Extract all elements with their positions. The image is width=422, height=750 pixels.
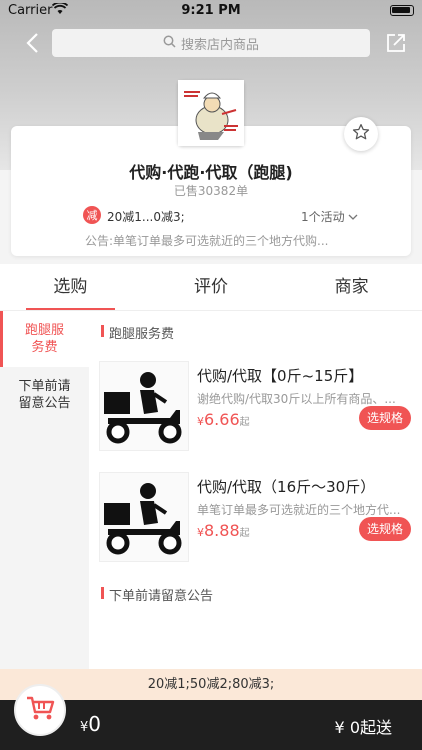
product-item[interactable]: 代购/代取（16斤～30斤） 单笔订单最多可选就近的三个地方代... ¥8.88… [99, 472, 417, 564]
min-order-label: ¥ 0起送 [334, 718, 392, 737]
activity-label: 1个活动 [301, 210, 345, 224]
activity-toggle[interactable]: 1个活动 [301, 208, 358, 225]
favorite-star-button[interactable] [344, 117, 378, 151]
status-bar: Carrier 9:21 PM [0, 0, 422, 22]
select-spec-button[interactable]: 选规格 [359, 517, 411, 541]
product-price: ¥8.88起 [197, 521, 250, 540]
product-title: 代购/代取（16斤～30斤） [197, 478, 376, 496]
category-label: 下单前请留意公告 [18, 379, 71, 411]
battery-icon [390, 5, 414, 16]
search-placeholder: 搜索店内商品 [180, 37, 259, 53]
category-label: 跑腿服务费 [24, 323, 64, 355]
store-tabs: 选购 评价 商家 [0, 264, 422, 310]
category-item-notice[interactable]: 下单前请留意公告 [0, 367, 89, 423]
promo-row[interactable]: 减 20减1...0减3; 1个活动 [83, 206, 403, 226]
category-sidebar: 跑腿服务费 下单前请留意公告 [0, 311, 89, 669]
select-spec-button[interactable]: 选规格 [359, 406, 411, 430]
tab-merchant[interactable]: 商家 [281, 264, 422, 310]
star-icon [352, 123, 370, 145]
cart-button[interactable] [14, 684, 66, 736]
tab-shop[interactable]: 选购 [0, 264, 141, 310]
sold-count: 已售30382单 [173, 184, 249, 198]
product-title: 代购/代取【0斤~15斤】 [197, 367, 364, 385]
product-image [99, 361, 189, 451]
product-description: 单笔订单最多可选就近的三个地方代... [197, 503, 401, 517]
store-notice[interactable]: 公告:单笔订单最多可选就近的三个地方代购... [85, 232, 375, 249]
section-title: 下单前请留意公告 [101, 585, 213, 604]
product-item[interactable]: 代购/代取【0斤~15斤】 谢绝代购/代取30斤以上所有商品、... ¥6.66… [99, 361, 417, 453]
promo-text: 20减1...0减3; [107, 210, 185, 224]
cart-total: ¥0 [80, 712, 102, 736]
section-title: 跑腿服务费 [101, 323, 174, 342]
store-logo [178, 80, 244, 146]
product-description: 谢绝代购/代取30斤以上所有商品、... [197, 392, 396, 406]
search-input[interactable]: 搜索店内商品 [52, 29, 370, 57]
cart-icon [25, 694, 55, 726]
discount-badge: 减 [83, 206, 101, 224]
delivery-scooter-icon [104, 483, 182, 555]
product-image [99, 472, 189, 562]
tab-reviews[interactable]: 评价 [141, 264, 282, 310]
delivery-scooter-icon [104, 372, 182, 444]
product-list: 跑腿服务费 代购/代取【0斤~15斤】 谢绝代购/代取30斤以上所有商品、...… [89, 311, 422, 669]
category-item-service-fee[interactable]: 跑腿服务费 [0, 311, 89, 367]
promo-strip: 20减1;50减2;80减3; [0, 669, 422, 700]
share-icon[interactable] [384, 31, 408, 55]
product-price: ¥6.66起 [197, 410, 250, 429]
chevron-down-icon [348, 210, 358, 224]
store-name: 代购·代跑·代取（跑腿) [129, 163, 293, 182]
clock: 9:21 PM [181, 3, 241, 18]
search-icon [163, 35, 176, 52]
back-icon[interactable] [20, 30, 46, 56]
